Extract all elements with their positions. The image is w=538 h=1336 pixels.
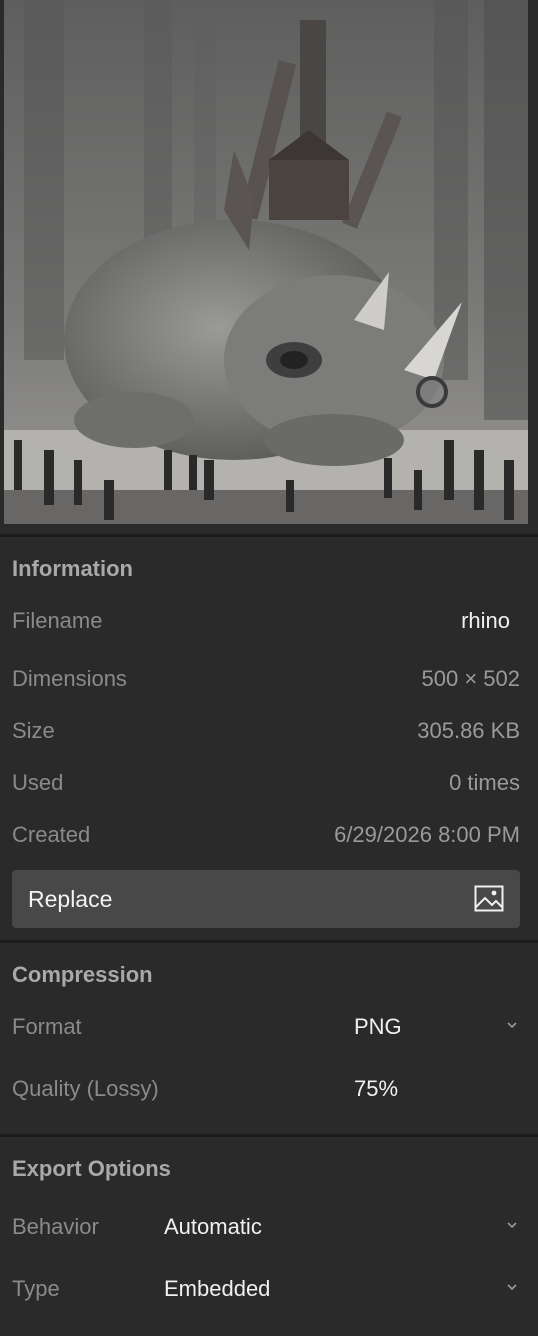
size-label: Size	[12, 718, 55, 743]
section-divider	[0, 940, 538, 943]
rhino-image	[4, 0, 528, 524]
replace-button[interactable]: Replace	[12, 870, 520, 928]
behavior-select[interactable]: Automatic	[164, 1214, 262, 1240]
used-label: Used	[12, 770, 64, 795]
chevron-down-icon[interactable]	[506, 1221, 518, 1229]
chevron-down-icon[interactable]	[506, 1283, 518, 1291]
quality-label: Quality (Lossy)	[12, 1076, 159, 1101]
type-select[interactable]: Embedded	[164, 1276, 270, 1302]
dimensions-label: Dimensions	[12, 666, 127, 691]
image-preview	[0, 0, 538, 530]
compression-heading: Compression	[12, 962, 153, 987]
export-options-heading: Export Options	[12, 1156, 171, 1181]
used-value: 0 times	[449, 770, 520, 795]
quality-value[interactable]: 75%	[354, 1076, 398, 1102]
replace-button-label: Replace	[28, 886, 113, 912]
information-heading: Information	[12, 556, 133, 581]
created-label: Created	[12, 822, 91, 847]
created-value: 6/29/2026 8:00 PM	[334, 822, 520, 847]
section-divider	[0, 1134, 538, 1137]
dimensions-value: 500 × 502	[421, 666, 520, 691]
behavior-label: Behavior	[12, 1214, 99, 1239]
size-value: 305.86 KB	[417, 718, 520, 743]
section-divider	[0, 534, 538, 537]
format-label: Format	[12, 1014, 82, 1039]
filename-value[interactable]: rhino	[461, 608, 510, 634]
filename-label: Filename	[12, 608, 103, 633]
type-label: Type	[12, 1276, 60, 1301]
format-select[interactable]: PNG	[354, 1014, 402, 1040]
image-icon	[474, 885, 504, 912]
chevron-down-icon[interactable]	[506, 1021, 518, 1029]
